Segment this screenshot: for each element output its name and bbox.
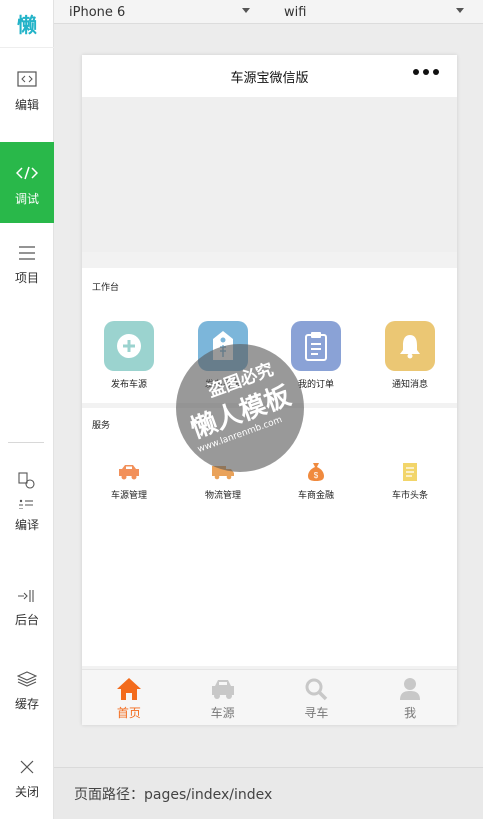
layers-icon [17,668,37,689]
grid-item-my-orders[interactable]: 我的订单 [281,321,351,390]
section-title: 工作台 [92,283,120,293]
page-title: 车源宝微信版 [230,70,309,86]
network-select-value: wifi [284,4,307,20]
tab-label: 车源 [210,706,235,720]
tab-cars[interactable]: 车源 [176,670,270,725]
grid-label: 通知消息 [391,380,428,390]
chevron-down-icon[interactable] [456,8,464,13]
sidebar-item-label: 调试 [14,192,39,206]
sidebar-item-label: 缓存 [14,697,39,711]
code-icon [16,162,38,184]
more-menu-icon[interactable] [413,69,439,75]
device-select[interactable]: iPhone 6 [69,0,125,24]
left-sidebar: 懒 编辑 调试 项目 编译 后台 缓存 关闭 [0,0,54,819]
sidebar-item-label: 项目 [14,271,39,285]
page-path-bar: 页面路径：pages/index/index [54,767,483,819]
tab-me[interactable]: 我 [363,670,457,725]
phone-navbar: 车源宝微信版 [82,55,457,97]
grid-label: 物流管理 [204,491,241,501]
grid-label: 我的订单 [297,380,334,390]
section-title: 服务 [92,421,111,431]
background-icon [17,586,37,605]
sidebar-item-cache[interactable]: 缓存 [0,668,54,712]
grid-label: 车市头条 [391,491,428,501]
sidebar-item-label: 关闭 [14,785,39,799]
grid-label: 发布寻车 [204,380,241,390]
document-icon [398,460,422,484]
sidebar-item-label: 编辑 [14,98,39,112]
sidebar-item-close[interactable]: 关闭 [0,756,54,800]
compile-icon [17,470,37,510]
grid-label: 发布车源 [110,380,147,390]
money-bag-icon: $ [304,460,328,484]
sidebar-item-edit[interactable]: 编辑 [0,68,54,128]
grid-item-notifications[interactable]: 通知消息 [375,321,445,390]
chevron-down-icon[interactable] [242,8,250,13]
sidebar-item-label: 编译 [14,518,39,532]
user-icon [399,676,421,702]
network-select[interactable]: wifi [284,0,306,24]
service-item-car-management[interactable]: 车源管理 [94,460,164,501]
svg-text:$: $ [314,471,319,480]
tab-label: 我 [404,706,417,720]
app-logo: 懒 [0,0,54,48]
tab-find-car[interactable]: 寻车 [270,670,364,725]
devtools-window: 懒 编辑 调试 项目 编译 后台 缓存 关闭 iPhone 6 wifi 车源宝… [0,0,483,819]
sidebar-divider [8,442,44,443]
service-item-car-headlines[interactable]: 车市头条 [375,460,445,501]
car-icon [117,460,141,484]
banner-area[interactable] [82,97,457,252]
service-item-logistics[interactable]: 物流管理 [188,460,258,501]
services-section: 服务 车源管理 物流管理 $ 车商金融 车市头条 [82,408,457,666]
sidebar-item-label: 后台 [14,613,39,627]
car-tab-icon [210,676,236,702]
grid-label: 车商金融 [297,491,334,501]
device-toolbar: iPhone 6 wifi [54,0,483,24]
clipboard-icon [291,321,341,371]
tab-label: 寻车 [304,706,329,720]
device-select-value: iPhone 6 [69,4,126,20]
grid-item-find-car[interactable]: 发布寻车 [188,321,258,390]
tab-home[interactable]: 首页 [82,670,176,725]
close-icon [20,756,34,777]
code-box-icon [17,68,37,90]
service-item-dealer-finance[interactable]: $ 车商金融 [281,460,351,501]
grid-item-publish-car[interactable]: 发布车源 [94,321,164,390]
home-icon [116,676,142,702]
bell-icon [385,321,435,371]
workbench-section: 工作台 发布车源 发布寻车 我的订单 通知消息 [82,268,457,403]
sidebar-item-project[interactable]: 项目 [0,242,54,286]
grid-label: 车源管理 [110,491,147,501]
sidebar-item-debug[interactable]: 调试 [0,142,54,223]
tag-icon [198,321,248,371]
tab-label: 首页 [116,706,141,720]
sidebar-item-background[interactable]: 后台 [0,586,54,628]
menu-lines-icon [18,242,36,263]
search-icon [304,676,328,702]
truck-icon [211,460,235,484]
bottom-tabbar: 首页 车源 寻车 我 [82,669,457,725]
phone-simulator: 车源宝微信版 工作台 发布车源 发布寻车 我的订单 通知消息 服务 车源管理 物… [82,55,457,725]
sidebar-item-compile[interactable]: 编译 [0,470,54,542]
plus-circle-icon [104,321,154,371]
page-path: 页面路径：pages/index/index [74,786,273,803]
